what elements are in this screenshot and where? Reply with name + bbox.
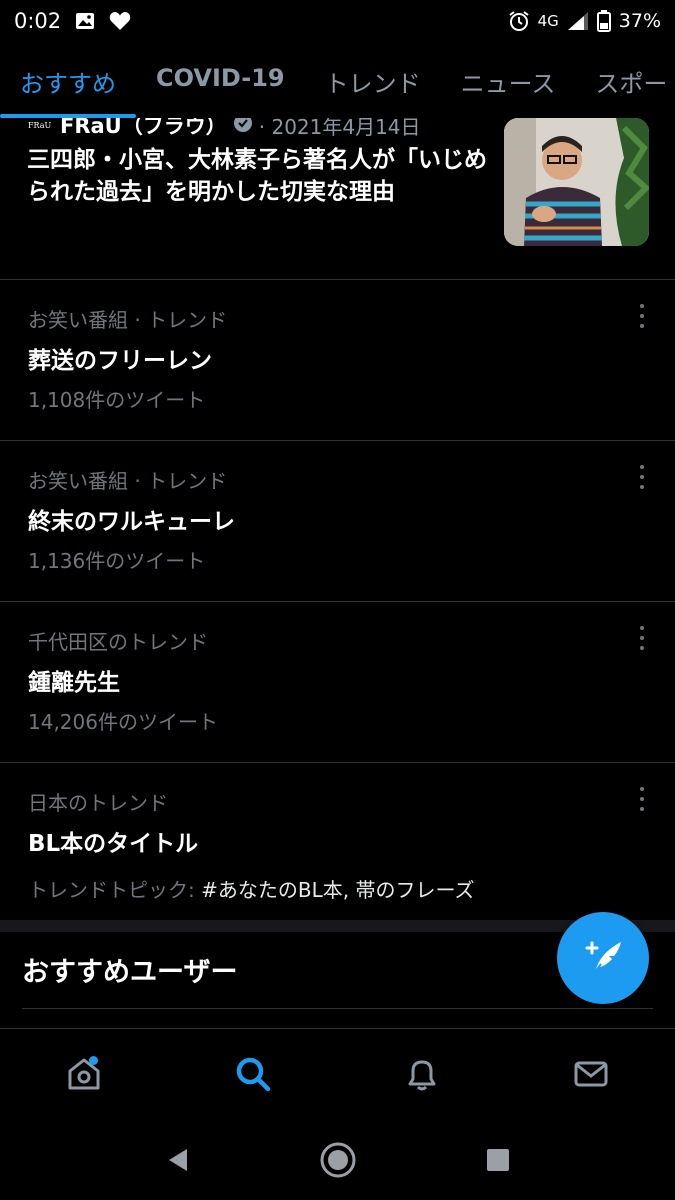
more-options-icon[interactable] <box>635 626 649 650</box>
nav-notifications[interactable] <box>382 1036 462 1116</box>
compose-tweet-button[interactable] <box>557 912 649 1004</box>
trend-context: お笑い番組 · トレンド <box>28 469 228 493</box>
status-bar: 0:02 4G 37% <box>0 0 675 42</box>
trend-topic-tags[interactable]: #あなたのBL本, 帯のフレーズ <box>201 878 474 902</box>
compose-tweet-icon <box>581 934 625 982</box>
alarm-icon <box>508 10 530 32</box>
more-options-icon[interactable] <box>635 465 649 489</box>
news-headline: 三四郎・小宮、大林素子ら著名人が「いじめられた過去」を明かした切実な理由 <box>27 147 487 205</box>
signal-icon <box>567 11 589 31</box>
trend-context: 日本のトレンド <box>28 791 168 815</box>
trend-row[interactable]: お笑い番組 · トレンド 終末のワルキューレ 1,136件のツイート <box>0 441 675 602</box>
trend-name: 終末のワルキューレ <box>28 509 235 535</box>
explore-feed: FRaU FRaU（フラウ） · 2021年4月14日 三四郎・小宮、大林素子ら… <box>0 118 675 1028</box>
trend-row[interactable]: 日本のトレンド BL本のタイトル トレンドトピック: #あなたのBL本, 帯のフ… <box>0 763 675 924</box>
trend-name: BL本のタイトル <box>28 831 199 857</box>
search-icon <box>233 1054 273 1098</box>
bell-icon <box>402 1054 442 1098</box>
tab-news[interactable]: ニュース <box>441 50 576 118</box>
back-icon[interactable] <box>163 1145 193 1179</box>
trend-context: 千代田区のトレンド <box>28 630 208 654</box>
divider <box>22 1008 653 1009</box>
tab-label: COVID-19 <box>156 64 285 92</box>
tab-covid19[interactable]: COVID-19 <box>136 50 305 118</box>
status-time: 0:02 <box>14 9 62 33</box>
source-logo: FRaU <box>28 120 52 130</box>
explore-tabs: おすすめ COVID-19 トレンド ニュース スポー <box>0 50 675 118</box>
trend-name: 葬送のフリーレン <box>28 348 212 374</box>
more-options-icon[interactable] <box>635 787 649 811</box>
news-card[interactable]: FRaU FRaU（フラウ） · 2021年4月14日 三四郎・小宮、大林素子ら… <box>0 118 675 280</box>
verified-badge-icon <box>233 118 253 138</box>
tab-sports[interactable]: スポー <box>575 50 675 118</box>
trend-topics: トレンドトピック: #あなたのBL本, 帯のフレーズ <box>28 874 474 903</box>
bottom-navigation <box>0 1028 675 1123</box>
tab-recommended[interactable]: おすすめ <box>0 50 136 118</box>
news-date: · 2021年4月14日 <box>258 118 421 139</box>
home-icon <box>64 1054 104 1098</box>
tab-trends[interactable]: トレンド <box>305 50 441 118</box>
recent-apps-icon[interactable] <box>484 1146 512 1178</box>
nav-messages[interactable] <box>551 1036 631 1116</box>
trend-row[interactable]: 千代田区のトレンド 鍾離先生 14,206件のツイート <box>0 602 675 763</box>
mail-icon <box>571 1054 611 1098</box>
trend-row[interactable]: お笑い番組 · トレンド 葬送のフリーレン 1,108件のツイート <box>0 280 675 441</box>
tab-label: スポー <box>595 70 668 98</box>
trend-name: 鍾離先生 <box>28 670 120 696</box>
nav-search[interactable] <box>213 1036 293 1116</box>
news-thumbnail <box>504 118 649 246</box>
home-circle-icon[interactable] <box>319 1141 357 1183</box>
network-type: 4G <box>537 12 559 30</box>
tab-label: おすすめ <box>20 70 116 98</box>
trend-tweet-count: 1,136件のツイート <box>28 549 206 573</box>
system-navigation-bar <box>0 1123 675 1200</box>
trend-tweet-count: 1,108件のツイート <box>28 388 206 412</box>
trend-topic-label: トレンドトピック: <box>28 878 202 902</box>
news-source: FRaU（フラウ） <box>60 118 227 138</box>
battery-icon <box>596 10 611 32</box>
tab-label: ニュース <box>460 70 556 98</box>
gallery-icon <box>75 11 95 31</box>
more-options-icon[interactable] <box>635 304 649 328</box>
trend-context: お笑い番組 · トレンド <box>28 308 228 332</box>
tab-label: トレンド <box>324 70 421 98</box>
news-meta: FRaU FRaU（フラウ） · 2021年4月14日 <box>28 118 421 140</box>
battery-percent: 37% <box>618 10 661 32</box>
nav-home[interactable] <box>44 1036 124 1116</box>
section-title: おすすめユーザー <box>22 957 238 988</box>
heart-icon <box>109 11 131 31</box>
trend-tweet-count: 14,206件のツイート <box>28 710 218 734</box>
